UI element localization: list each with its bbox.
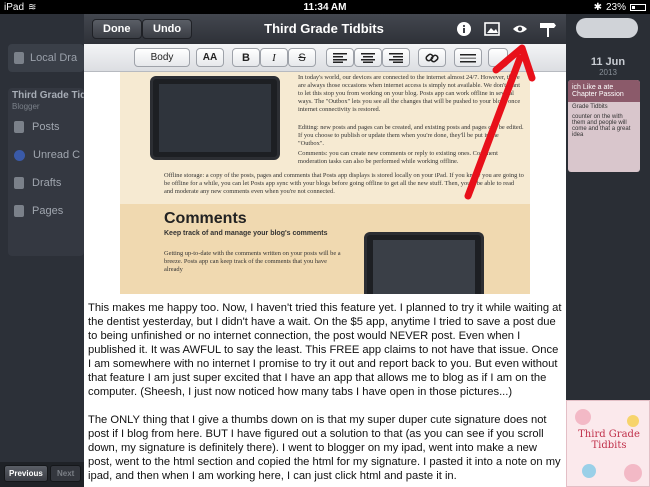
- posts-icon: [14, 121, 24, 133]
- done-button[interactable]: Done: [92, 19, 142, 39]
- image-icon[interactable]: [482, 19, 502, 39]
- sidebar-item-pages[interactable]: Pages: [14, 205, 63, 217]
- blog-section: [8, 88, 84, 256]
- post-title: Third Grade Tidbits: [264, 21, 384, 36]
- post-embedded-image[interactable]: In today's world, our devices are connec…: [120, 72, 530, 294]
- editor-toolbar: Done Undo Third Grade Tidbits: [84, 14, 566, 44]
- align-center-icon: [361, 52, 375, 63]
- align-center-button[interactable]: [354, 48, 382, 67]
- drafts-icon: [14, 52, 24, 64]
- paragraph-style-button[interactable]: Body: [134, 48, 190, 67]
- format-toolbar: Body AA B I S: [84, 44, 566, 72]
- ipad-photo: [150, 76, 280, 160]
- battery-icon: [630, 3, 646, 11]
- sidebar-item-drafts[interactable]: Drafts: [14, 177, 61, 189]
- body-paragraph: The ONLY thing that I give a thumbs down…: [88, 414, 561, 482]
- drafts-icon: [14, 177, 24, 189]
- preview-eye-icon[interactable]: [510, 19, 530, 39]
- blog-subtitle: Blogger: [12, 102, 40, 111]
- font-size-button[interactable]: AA: [196, 48, 224, 67]
- link-icon: [425, 53, 439, 62]
- info-icon[interactable]: [454, 19, 474, 39]
- publish-signpost-icon[interactable]: [538, 19, 558, 39]
- post-date: 11 Jun: [590, 56, 626, 68]
- align-right-icon: [389, 52, 403, 63]
- more-tag-icon: [460, 53, 476, 62]
- signature-text: Third Grade Tidbits: [578, 429, 640, 451]
- blog-signature-badge: Third Grade Tidbits: [566, 400, 650, 487]
- align-left-button[interactable]: [326, 48, 354, 67]
- more-tag-button[interactable]: [454, 48, 482, 67]
- body-paragraph: This makes me happy too. Now, I haven't …: [88, 302, 562, 398]
- bold-button[interactable]: B: [232, 48, 260, 67]
- align-left-icon: [333, 52, 347, 63]
- italic-button[interactable]: I: [260, 48, 288, 67]
- background-search-field[interactable]: [576, 18, 638, 38]
- post-editor: Done Undo Third Grade Tidbits Body AA B …: [84, 14, 566, 487]
- ipad-photo-comments: [364, 232, 484, 294]
- link-button[interactable]: [418, 48, 446, 67]
- sidebar-item-posts[interactable]: Posts: [14, 121, 60, 133]
- post-body-text[interactable]: This makes me happy too. Now, I haven't …: [88, 301, 564, 487]
- next-button[interactable]: Next: [50, 465, 82, 482]
- clock: 11:34 AM: [303, 1, 347, 13]
- more-options-button[interactable]: [488, 48, 508, 67]
- pages-icon: [14, 205, 24, 217]
- strikethrough-button[interactable]: S: [288, 48, 316, 67]
- post-thumbnail[interactable]: ich Like a ate Chapter Passion Grade Tid…: [568, 80, 640, 172]
- status-bar: iPad ≋ 11:34 AM ✱ 23%: [0, 0, 650, 14]
- previous-button[interactable]: Previous: [4, 465, 48, 482]
- align-right-button[interactable]: [382, 48, 410, 67]
- post-year: 2013: [599, 68, 617, 77]
- blog-title: Third Grade Tid: [12, 90, 87, 101]
- sidebar-item-unread-comments[interactable]: Unread C: [14, 149, 80, 161]
- undo-button[interactable]: Undo: [142, 19, 193, 39]
- local-drafts-item[interactable]: Local Dra: [8, 44, 84, 72]
- comments-icon: [14, 149, 25, 161]
